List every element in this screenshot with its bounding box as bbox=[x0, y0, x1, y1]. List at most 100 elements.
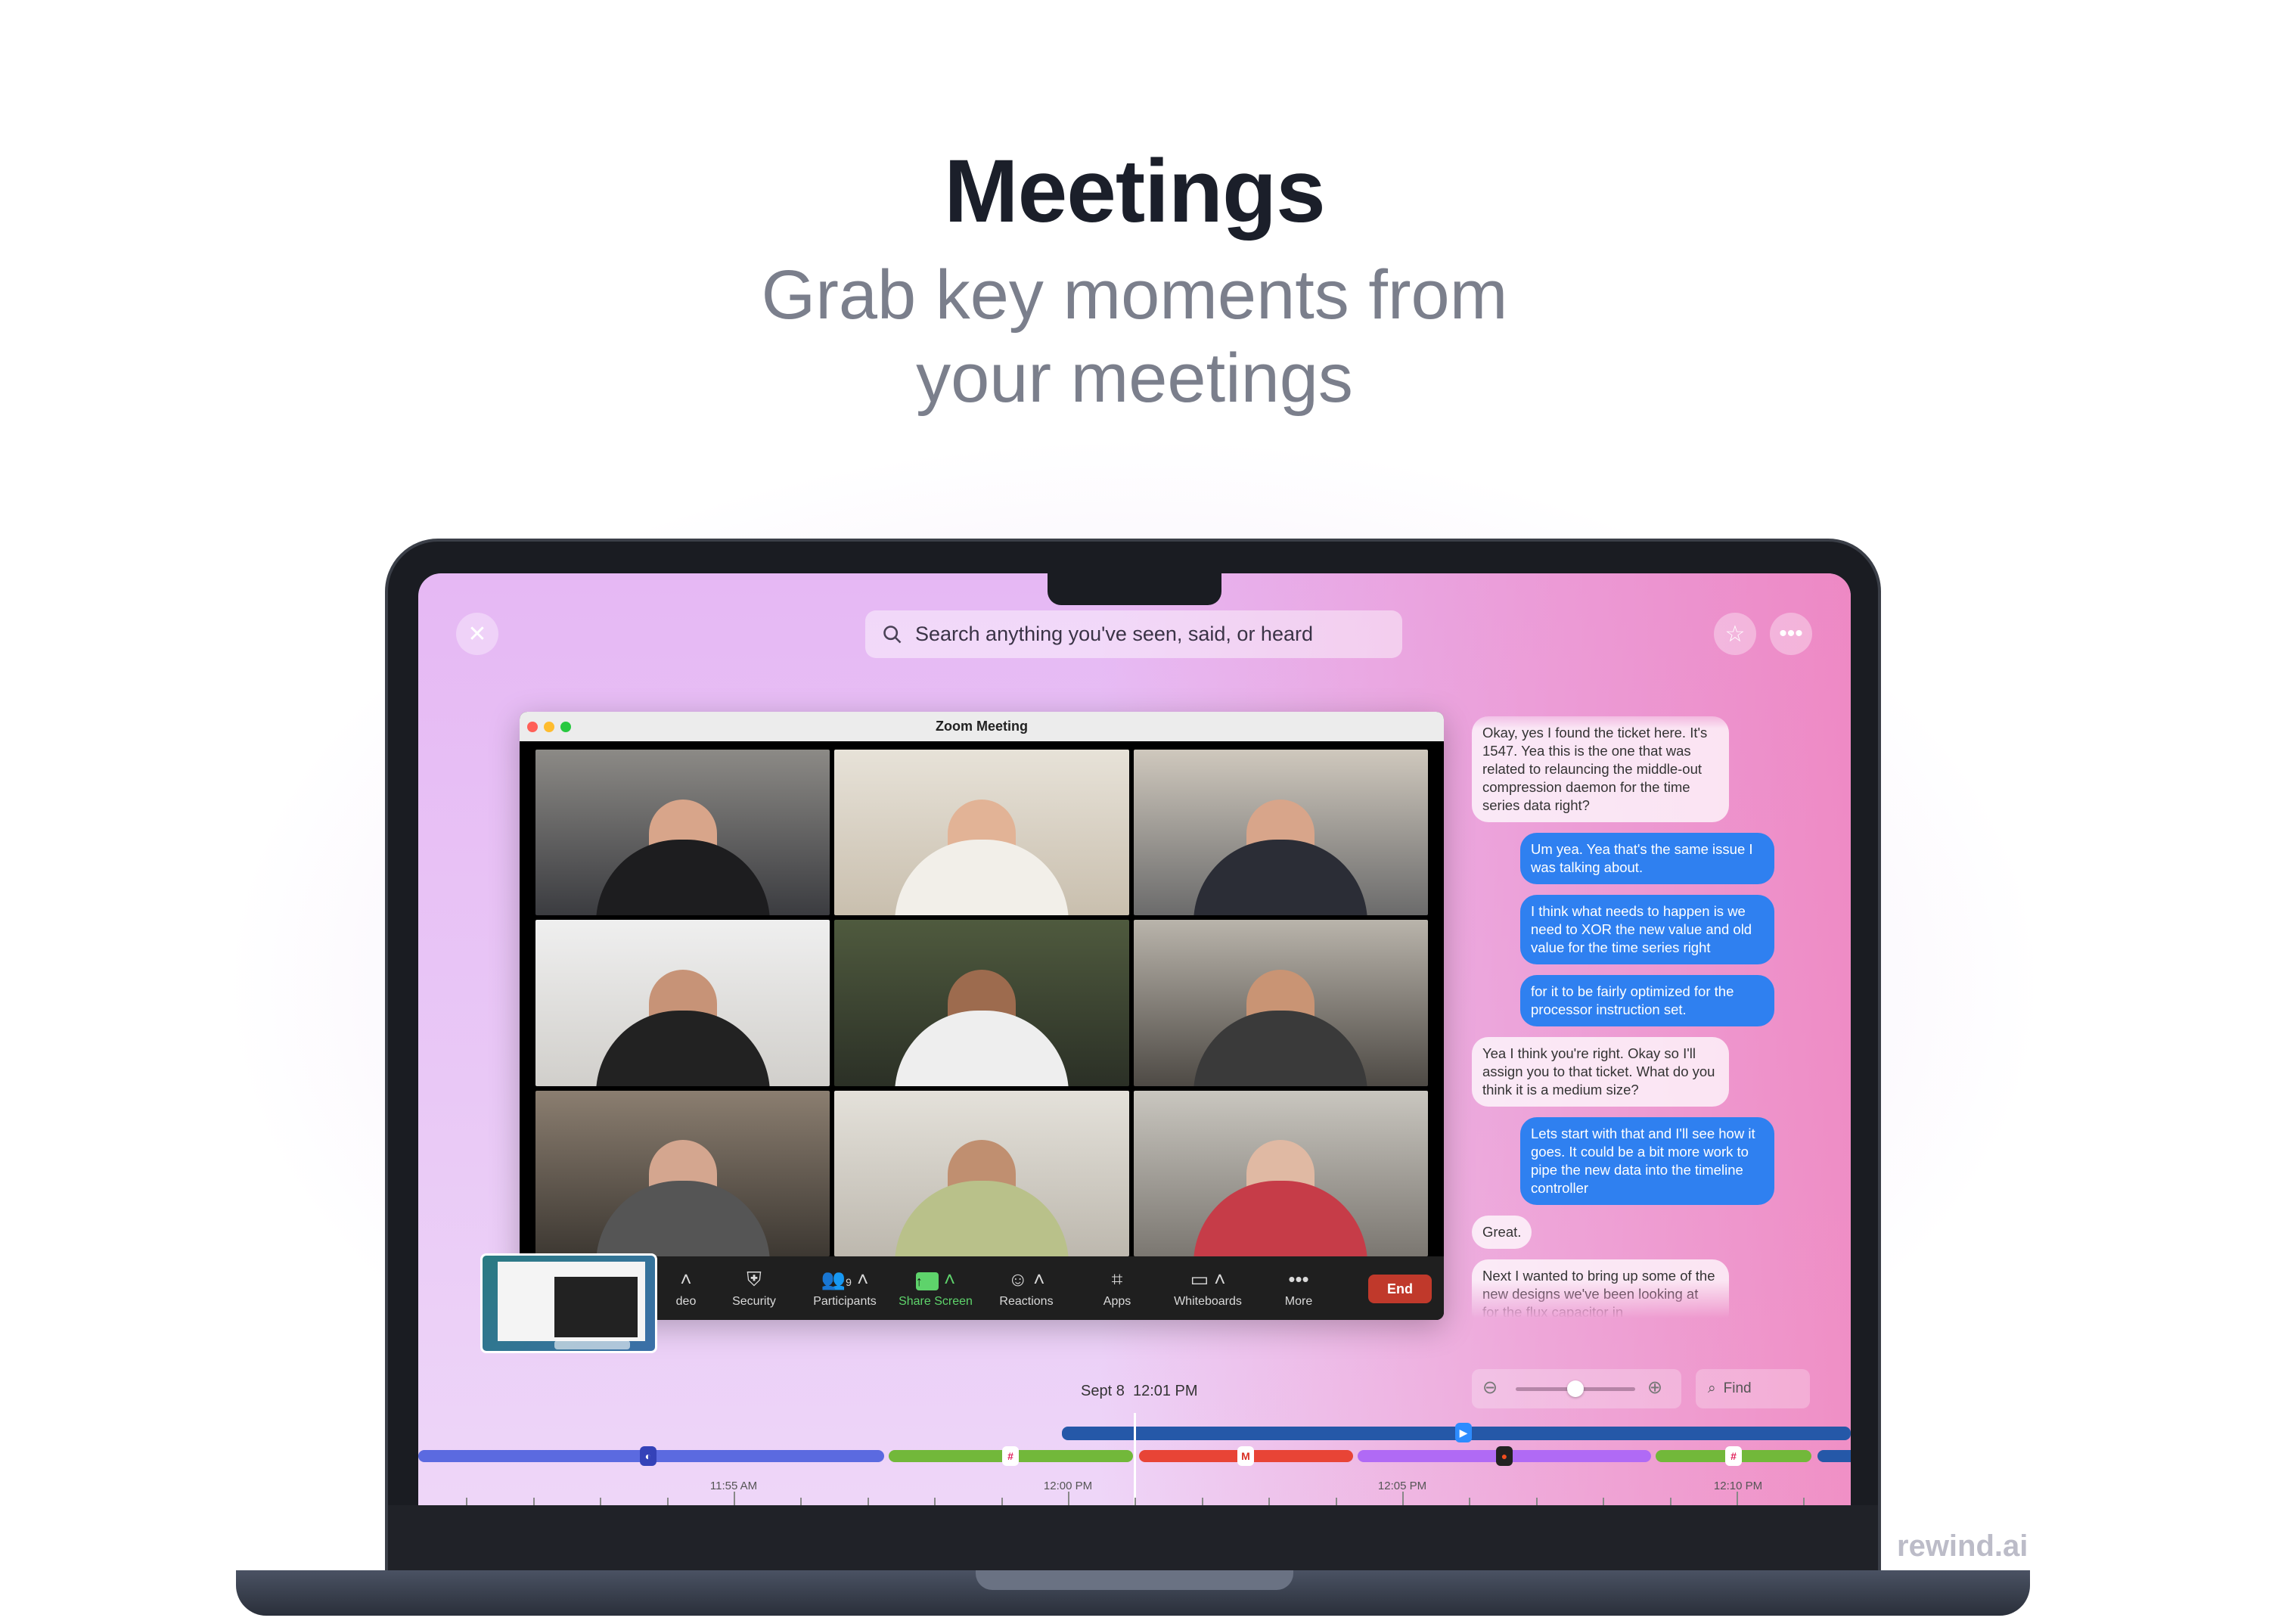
video-button[interactable]: ˄ deo bbox=[663, 1268, 709, 1309]
more-button[interactable]: ••• More bbox=[1253, 1268, 1344, 1309]
window-titlebar: Zoom Meeting bbox=[520, 712, 1444, 741]
share-screen-icon: ↑ ˄ bbox=[915, 1268, 956, 1290]
tick bbox=[1335, 1498, 1337, 1505]
transcript-message: Next I wanted to bring up some of the ne… bbox=[1472, 1259, 1729, 1318]
participant-video[interactable] bbox=[1133, 1090, 1428, 1256]
timeline-date-label: Sept 8 12:01 PM bbox=[1081, 1383, 1198, 1400]
participant-video[interactable] bbox=[535, 920, 830, 1086]
toolbar-label: deo bbox=[675, 1295, 697, 1308]
close-icon: ✕ bbox=[467, 621, 487, 647]
reactions-button[interactable]: ☺ ˄ Reactions bbox=[981, 1268, 1072, 1309]
security-button[interactable]: ⛨ Security bbox=[709, 1268, 799, 1309]
apps-icon: ⌗ bbox=[1111, 1268, 1123, 1290]
more-icon: ••• bbox=[1288, 1268, 1309, 1290]
time-label: 12:05 PM bbox=[1377, 1480, 1427, 1492]
zoom-icon: ▶ bbox=[1455, 1423, 1472, 1442]
participants-button[interactable]: 👥9 ˄ Participants bbox=[799, 1268, 890, 1309]
transcript-message: Great. bbox=[1472, 1216, 1532, 1249]
zoom-app-segment[interactable]: ▶ bbox=[1062, 1423, 1851, 1442]
time-label: 12:00 PM bbox=[1043, 1480, 1093, 1492]
search-input[interactable]: Search anything you've seen, said, or he… bbox=[865, 610, 1402, 658]
whiteboard-icon: ▭ ˄ bbox=[1190, 1268, 1226, 1290]
maximize-window-button[interactable] bbox=[560, 722, 571, 732]
shield-icon: ⛨ bbox=[747, 1268, 762, 1290]
star-icon: ☆ bbox=[1724, 621, 1746, 647]
laptop-chin bbox=[388, 1505, 1878, 1570]
zoom-meeting-window: Zoom Meeting ˄ deo ⛨ Security 👥9 ˄ Particip… bbox=[520, 712, 1444, 1320]
screen-thumbnail[interactable] bbox=[480, 1253, 657, 1353]
slack-app-segment[interactable]: # bbox=[1656, 1446, 1811, 1466]
slack-icon: # bbox=[1002, 1446, 1019, 1466]
share-screen-button[interactable]: ↑ ˄ Share Screen bbox=[890, 1268, 981, 1309]
participant-video[interactable] bbox=[535, 750, 830, 916]
participant-video[interactable] bbox=[1133, 920, 1428, 1086]
participant-video[interactable] bbox=[1133, 750, 1428, 916]
participant-video[interactable] bbox=[834, 1090, 1129, 1256]
participant-video[interactable] bbox=[834, 920, 1129, 1086]
tick bbox=[734, 1492, 735, 1505]
timeline[interactable]: ▶ ◐ # M ● # bbox=[418, 1413, 1851, 1505]
gmail-icon: M bbox=[1237, 1446, 1254, 1466]
more-options-button[interactable]: ••• bbox=[1770, 613, 1812, 655]
app-segment[interactable] bbox=[1817, 1450, 1851, 1462]
find-button[interactable]: ⌕ Find bbox=[1696, 1369, 1810, 1408]
figma-icon: ● bbox=[1496, 1446, 1513, 1466]
tick bbox=[1737, 1492, 1738, 1505]
time-label: 12:10 PM bbox=[1713, 1480, 1763, 1492]
toolbar-label: Reactions bbox=[999, 1295, 1054, 1308]
whiteboards-button[interactable]: ▭ ˄ Whiteboards bbox=[1162, 1268, 1253, 1309]
tick bbox=[1001, 1498, 1003, 1505]
participants-icon: 👥9 ˄ bbox=[821, 1268, 869, 1290]
zoom-control: ⊖ ⊕ bbox=[1472, 1369, 1681, 1408]
zoom-in-icon[interactable]: ⊕ bbox=[1647, 1377, 1662, 1399]
time-label: 11:55 AM bbox=[709, 1480, 758, 1492]
tick bbox=[1068, 1492, 1069, 1505]
tick bbox=[1201, 1498, 1203, 1505]
window-title: Zoom Meeting bbox=[936, 719, 1028, 734]
subtitle-line: Grab key moments from bbox=[761, 256, 1508, 334]
find-label: Find bbox=[1723, 1380, 1752, 1396]
slack-app-segment[interactable]: # bbox=[889, 1446, 1133, 1466]
zoom-out-icon[interactable]: ⊖ bbox=[1482, 1377, 1498, 1399]
timeline-ticks bbox=[418, 1490, 1851, 1505]
tick bbox=[532, 1498, 535, 1505]
camera-notch bbox=[1048, 573, 1221, 605]
date: Sept 8 bbox=[1081, 1383, 1125, 1399]
rewind-screen: ✕ Search anything you've seen, said, or … bbox=[418, 573, 1851, 1505]
gmail-app-segment[interactable]: M bbox=[1139, 1446, 1353, 1466]
toolbar-label: Whiteboards bbox=[1174, 1295, 1242, 1308]
close-button[interactable]: ✕ bbox=[456, 613, 498, 655]
search-placeholder: Search anything you've seen, said, or he… bbox=[915, 623, 1313, 645]
tick bbox=[666, 1498, 669, 1505]
toolbar-label: Share Screen bbox=[899, 1295, 973, 1308]
participant-video[interactable] bbox=[535, 1090, 830, 1256]
tick bbox=[1535, 1498, 1538, 1505]
close-window-button[interactable] bbox=[527, 722, 538, 732]
figma-app-segment[interactable]: ● bbox=[1358, 1446, 1651, 1466]
tick bbox=[466, 1498, 468, 1505]
transcript-message: Yea I think you're right. Okay so I'll a… bbox=[1472, 1037, 1729, 1107]
minimize-window-button[interactable] bbox=[544, 722, 554, 732]
subtitle-line: your meetings bbox=[916, 340, 1353, 417]
transcript-panel: Okay, yes I found the ticket here. It's … bbox=[1472, 706, 1774, 1318]
search-icon bbox=[883, 625, 902, 643]
tick bbox=[600, 1498, 602, 1505]
tick bbox=[800, 1498, 802, 1505]
transcript-message: for it to be fairly optimized for the pr… bbox=[1520, 975, 1774, 1026]
end-meeting-button[interactable]: End bbox=[1368, 1275, 1432, 1303]
linear-app-segment[interactable]: ◐ bbox=[418, 1446, 884, 1466]
tick bbox=[867, 1498, 869, 1505]
slack-icon: # bbox=[1725, 1446, 1742, 1466]
transcript-message: I think what needs to happen is we need … bbox=[1520, 895, 1774, 964]
tick bbox=[934, 1498, 936, 1505]
zoom-slider-handle[interactable] bbox=[1567, 1380, 1584, 1397]
toolbar-label: Security bbox=[732, 1295, 776, 1308]
favorite-button[interactable]: ☆ bbox=[1714, 613, 1756, 655]
toolbar-label: More bbox=[1284, 1295, 1313, 1308]
tick bbox=[1134, 1498, 1137, 1505]
participant-video[interactable] bbox=[834, 750, 1129, 916]
tick bbox=[1669, 1498, 1671, 1505]
tick bbox=[1268, 1498, 1271, 1505]
video-grid bbox=[535, 750, 1428, 1256]
apps-button[interactable]: ⌗ Apps bbox=[1072, 1268, 1162, 1309]
